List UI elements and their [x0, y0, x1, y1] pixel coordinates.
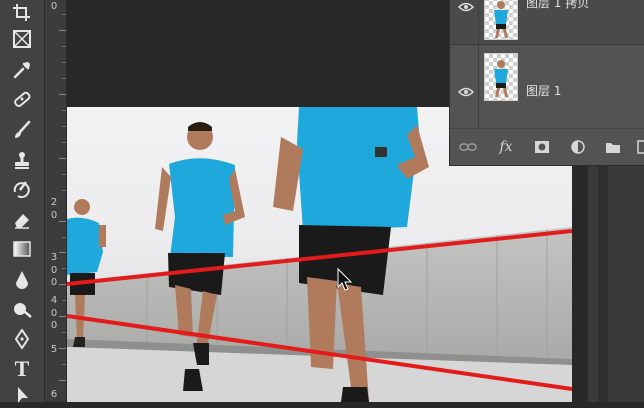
layer-thumbnail	[484, 0, 518, 40]
type-icon[interactable]: T	[7, 356, 37, 382]
ruler-number: 4	[50, 295, 58, 306]
layer-mask-icon[interactable]	[532, 138, 552, 156]
ruler-number: 6	[50, 389, 58, 400]
fx-button[interactable]: fx	[496, 138, 516, 156]
frame-icon[interactable]	[7, 26, 37, 52]
folder-icon[interactable]	[603, 138, 623, 156]
layers-footer: fx	[450, 128, 644, 165]
ruler-number: 0	[50, 320, 58, 331]
layer-thumbnail	[484, 53, 518, 101]
ruler-number: 0	[50, 308, 58, 319]
brush-icon[interactable]	[7, 117, 37, 143]
crop-icon[interactable]	[7, 0, 37, 26]
new-layer-icon[interactable]	[633, 138, 644, 156]
layer-name: 图层 1	[526, 84, 562, 98]
vertical-scrollbar[interactable]	[598, 165, 608, 402]
clone-stamp-icon[interactable]	[7, 147, 37, 173]
path-selection-icon[interactable]	[7, 382, 37, 408]
ruler-number: 3	[50, 252, 58, 263]
pen-icon[interactable]	[7, 326, 37, 352]
ruler-number: 0	[50, 277, 58, 288]
ruler-number: 0	[50, 1, 58, 12]
layer-row[interactable]: 图层 1 拷贝	[450, 0, 644, 45]
history-brush-icon[interactable]	[7, 176, 37, 202]
ruler-number: 0	[50, 210, 58, 221]
dodge-icon[interactable]	[7, 296, 37, 322]
eraser-icon[interactable]	[7, 207, 37, 233]
tools-panel: T	[0, 0, 45, 403]
ruler-number: 5	[50, 344, 58, 355]
eyedropper-icon[interactable]	[7, 57, 37, 83]
layer-name: 图层 1 拷贝	[526, 0, 590, 10]
gradient-icon[interactable]	[7, 236, 37, 262]
ruler-number: 2	[50, 197, 58, 208]
ruler-number: 0	[50, 265, 58, 276]
vertical-ruler[interactable]: 0 2 0 3 0 0 4 0 0 5 6	[45, 0, 67, 402]
eye-icon[interactable]	[458, 87, 474, 97]
layer-row[interactable]: 图层 1	[450, 45, 644, 127]
right-panel-dock	[588, 165, 644, 402]
healing-brush-icon[interactable]	[7, 86, 37, 112]
link-layers-icon[interactable]	[458, 138, 478, 156]
blur-icon[interactable]	[7, 266, 37, 292]
adjustment-layer-icon[interactable]	[568, 138, 588, 156]
layers-panel: 图层 1 拷贝 图层 1 fx	[449, 0, 644, 166]
eye-icon[interactable]	[458, 2, 474, 12]
